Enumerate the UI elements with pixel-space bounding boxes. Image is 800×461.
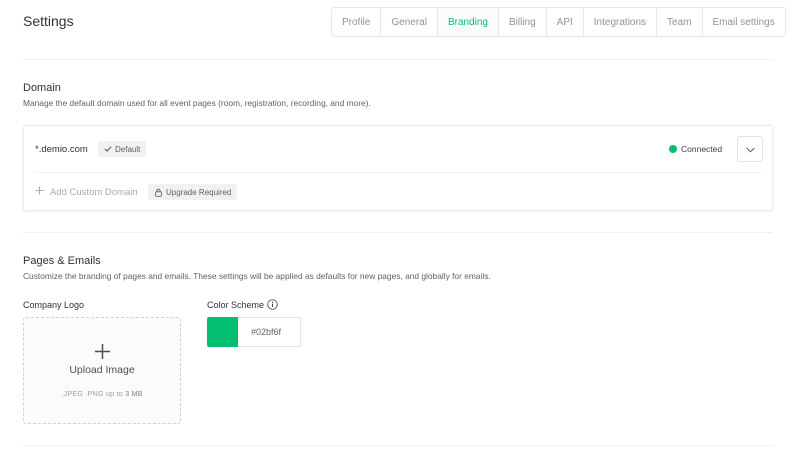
check-icon [104,145,112,153]
upload-hint: .JPEG .PNG up to 3 MB [24,389,180,398]
pages-emails-section-description: Customize the branding of pages and emai… [23,271,491,281]
domain-section-title: Domain [23,82,61,94]
domain-name: *.demio.com [35,144,88,155]
upload-hint-size: 3 MB [125,389,143,398]
plus-icon [94,343,111,365]
color-scheme-field: Color Scheme [207,299,278,312]
divider [23,232,773,233]
lock-icon [154,188,163,197]
color-hex-input[interactable]: #02bf6f [238,317,301,347]
default-badge-label: Default [115,144,141,154]
tab-branding[interactable]: Branding [436,8,498,36]
tab-team[interactable]: Team [656,8,701,36]
upload-hint-text: up to [105,389,123,398]
upload-hint-formats: .JPEG .PNG [61,389,104,398]
divider [23,445,773,446]
settings-tabs: Profile General Branding Billing API Int… [331,7,786,37]
tab-api[interactable]: API [545,8,583,36]
default-badge: Default [98,141,147,157]
page-title: Settings [23,13,74,29]
divider [23,59,773,60]
card-divider [35,172,761,173]
upgrade-required-label: Upgrade Required [166,187,232,197]
add-custom-domain-button[interactable]: Add Custom Domain [35,186,138,198]
upload-image-label: Upload Image [69,364,135,376]
tab-email-settings[interactable]: Email settings [701,8,785,36]
status-label: Connected [681,144,723,154]
tab-profile[interactable]: Profile [332,8,380,36]
color-scheme-label: Color Scheme [207,299,265,310]
domain-card: *.demio.com Default Connected Add Custom… [23,125,773,211]
company-logo-label: Company Logo [23,300,85,310]
pages-emails-section-title: Pages & Emails [23,255,101,267]
add-custom-domain-label: Add Custom Domain [50,186,138,198]
upload-image-dropzone[interactable]: Upload Image .JPEG .PNG up to 3 MB [23,317,181,424]
tab-integrations[interactable]: Integrations [582,8,656,36]
connection-status: Connected [669,144,722,154]
domain-section-description: Manage the default domain used for all e… [23,98,371,108]
upgrade-required-badge: Upgrade Required [148,184,238,200]
tab-billing[interactable]: Billing [497,8,546,36]
tab-general[interactable]: General [380,8,437,36]
domain-dropdown-button[interactable] [737,136,763,162]
plus-icon [35,186,44,198]
color-swatch[interactable] [207,317,238,347]
info-icon[interactable] [267,299,278,312]
chevron-down-icon [745,140,755,158]
status-dot [669,145,677,153]
